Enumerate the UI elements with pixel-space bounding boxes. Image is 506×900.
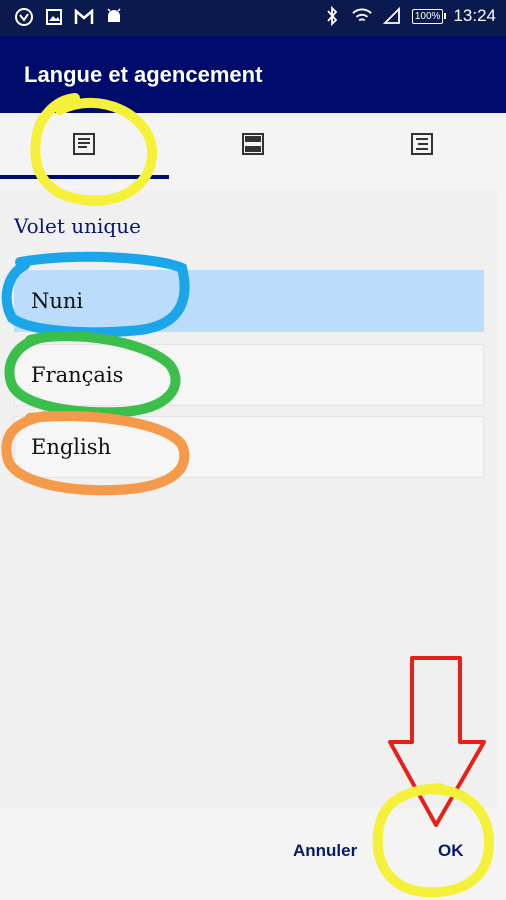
- app-bar: Langue et agencement: [0, 36, 506, 113]
- language-item-english[interactable]: English: [14, 416, 484, 478]
- status-time: 13:24: [453, 6, 496, 25]
- gmail-icon: [74, 7, 94, 27]
- language-panel: Volet unique Nuni Français English: [0, 190, 498, 808]
- language-item-nuni[interactable]: Nuni: [14, 270, 484, 332]
- bluetooth-icon: [322, 6, 342, 26]
- image-icon: [44, 7, 64, 27]
- wifi-icon: [352, 6, 372, 26]
- split-pane-layout-icon: [241, 132, 265, 161]
- app-icon: [14, 7, 34, 27]
- android-icon: [104, 7, 124, 27]
- signal-icon: [382, 6, 402, 26]
- battery-icon: 100%: [411, 8, 446, 24]
- single-pane-layout-icon: [72, 132, 96, 161]
- status-right-icons: 100% 13:24: [322, 6, 496, 26]
- tab-split-pane[interactable]: [169, 113, 337, 179]
- layout-tabs: [0, 113, 506, 179]
- ok-button[interactable]: OK: [432, 840, 470, 862]
- language-item-francais[interactable]: Français: [14, 344, 484, 406]
- list-layout-icon: [410, 132, 434, 161]
- tab-indicator: [0, 175, 169, 179]
- section-title: Volet unique: [14, 214, 141, 238]
- tab-single-pane[interactable]: [0, 113, 168, 179]
- cancel-button[interactable]: Annuler: [287, 840, 363, 862]
- status-left-icons: [14, 7, 124, 27]
- page-title: Langue et agencement: [24, 62, 263, 87]
- status-bar: 100% 13:24: [0, 0, 506, 36]
- tab-list-layout[interactable]: [338, 113, 506, 179]
